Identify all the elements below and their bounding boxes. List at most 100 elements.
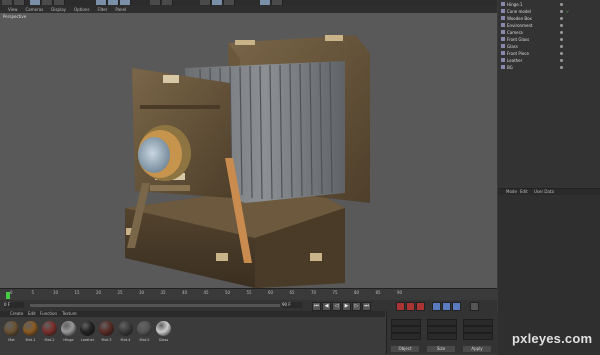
- prev-frame-icon[interactable]: ◀: [322, 302, 331, 311]
- apply-button[interactable]: Apply: [463, 346, 491, 352]
- visibility-dot-icon[interactable]: [560, 59, 563, 62]
- material-swatch[interactable]: [137, 321, 152, 336]
- material-swatch[interactable]: [23, 321, 38, 336]
- menu-filter[interactable]: Filter: [97, 7, 107, 12]
- timeline-tick-label: 40: [182, 290, 188, 295]
- autokey-icon[interactable]: [406, 302, 415, 311]
- play-icon[interactable]: ▶: [342, 302, 351, 311]
- object-icon: [501, 30, 505, 34]
- object-row[interactable]: Cone model ✓: [498, 8, 600, 15]
- move-tool-icon[interactable]: [30, 0, 41, 5]
- menu-panel[interactable]: Panel: [115, 7, 126, 12]
- z-axis-icon[interactable]: [120, 0, 131, 5]
- frame-current-field[interactable]: 90 F: [282, 302, 302, 308]
- undo-icon[interactable]: [2, 0, 13, 5]
- menu-view[interactable]: View: [8, 7, 18, 12]
- object-row[interactable]: Glass: [498, 43, 600, 50]
- material-swatch[interactable]: [80, 321, 95, 336]
- menu-edit[interactable]: Edit: [28, 311, 36, 316]
- position-x-field[interactable]: [391, 319, 421, 326]
- timeline-tick-label: 10: [53, 290, 59, 295]
- menu-cameras[interactable]: Cameras: [26, 7, 44, 12]
- visibility-dot-icon[interactable]: [560, 38, 563, 41]
- object-row[interactable]: Hinge.1: [498, 1, 600, 8]
- position-z-field[interactable]: [391, 333, 421, 340]
- size-x-field[interactable]: [427, 319, 457, 326]
- visibility-dot-icon[interactable]: [560, 17, 563, 20]
- material-swatch[interactable]: [61, 321, 76, 336]
- key-scale-icon[interactable]: [442, 302, 451, 311]
- scale-tool-icon[interactable]: [42, 0, 53, 5]
- menu-mode[interactable]: Mode: [506, 189, 517, 194]
- cube-icon[interactable]: [200, 0, 211, 5]
- menu-function[interactable]: Function: [40, 311, 57, 316]
- rotate-tool-icon[interactable]: [54, 0, 65, 5]
- key-position-icon[interactable]: [432, 302, 441, 311]
- render-icon[interactable]: [150, 0, 161, 5]
- frame-range-slider[interactable]: [30, 304, 280, 307]
- object-row[interactable]: Wooden Box: [498, 15, 600, 22]
- camera-icon[interactable]: [260, 0, 271, 5]
- render-view-icon[interactable]: [162, 0, 173, 5]
- material-label: Glass: [158, 338, 169, 342]
- menu-texture[interactable]: Texture: [62, 311, 77, 316]
- timeline-tick-label: 60: [268, 290, 274, 295]
- rotation-b-field[interactable]: [463, 333, 493, 340]
- menu-user-data[interactable]: User Data: [534, 189, 554, 194]
- material-label: Mat: [8, 338, 15, 342]
- object-row[interactable]: BG: [498, 64, 600, 71]
- key-rotation-icon[interactable]: [452, 302, 461, 311]
- visibility-dot-icon[interactable]: [560, 45, 563, 48]
- spline-icon[interactable]: [212, 0, 223, 5]
- material-swatch[interactable]: [99, 321, 114, 336]
- size-z-field[interactable]: [427, 333, 457, 340]
- visibility-dot-icon[interactable]: [560, 3, 563, 6]
- play-back-icon[interactable]: ◁: [332, 302, 341, 311]
- timeline-tick-label: 90: [397, 290, 403, 295]
- timeline-tick-label: 15: [74, 290, 80, 295]
- y-axis-icon[interactable]: [108, 0, 119, 5]
- light-icon[interactable]: [272, 0, 283, 5]
- perspective-viewport[interactable]: Perspective: [0, 13, 497, 288]
- size-y-field[interactable]: [427, 326, 457, 333]
- viewport-menu: View Cameras Display Options Filter Pane…: [0, 6, 497, 13]
- size-mode-select[interactable]: Size: [427, 346, 455, 352]
- menu-options[interactable]: Options: [74, 7, 89, 12]
- go-start-icon[interactable]: ⏮: [312, 302, 321, 311]
- object-mode-select[interactable]: Object: [391, 346, 419, 352]
- object-row[interactable]: Camera: [498, 29, 600, 36]
- object-row[interactable]: Environment: [498, 22, 600, 29]
- material-swatch[interactable]: [118, 321, 133, 336]
- timeline-tick-label: 5: [31, 290, 35, 295]
- go-end-icon[interactable]: ⏭: [362, 302, 371, 311]
- timeline-tick-label: 25: [117, 290, 123, 295]
- position-y-field[interactable]: [391, 326, 421, 333]
- frame-start-field[interactable]: 0 F: [4, 302, 24, 308]
- visibility-dot-icon[interactable]: [560, 52, 563, 55]
- object-manager: Hinge.1 Cone model ✓ Wooden Box Environme…: [498, 0, 600, 188]
- object-row[interactable]: Leather: [498, 57, 600, 64]
- visibility-dot-icon[interactable]: [560, 31, 563, 34]
- record-icon[interactable]: [396, 302, 405, 311]
- menu-display[interactable]: Display: [51, 7, 66, 12]
- material-swatch[interactable]: [156, 321, 171, 336]
- keyframe-icon[interactable]: [416, 302, 425, 311]
- menu-create[interactable]: Create: [10, 311, 23, 316]
- visibility-dot-icon[interactable]: [560, 10, 563, 13]
- nurbs-icon[interactable]: [224, 0, 235, 5]
- x-axis-icon[interactable]: [96, 0, 107, 5]
- check-icon[interactable]: ✓: [566, 9, 569, 14]
- material-swatch[interactable]: [42, 321, 57, 336]
- next-frame-icon[interactable]: ▷: [352, 302, 361, 311]
- rotation-p-field[interactable]: [463, 326, 493, 333]
- rotation-h-field[interactable]: [463, 319, 493, 326]
- object-icon: [501, 44, 505, 48]
- visibility-dot-icon[interactable]: [560, 24, 563, 27]
- visibility-dot-icon[interactable]: [560, 66, 563, 69]
- redo-icon[interactable]: [14, 0, 25, 5]
- menu-edit[interactable]: Edit: [520, 189, 528, 194]
- object-row[interactable]: Front Glass: [498, 36, 600, 43]
- timeline-menu-icon[interactable]: [470, 302, 479, 311]
- material-swatch[interactable]: [4, 321, 19, 336]
- object-row[interactable]: Front Piece: [498, 50, 600, 57]
